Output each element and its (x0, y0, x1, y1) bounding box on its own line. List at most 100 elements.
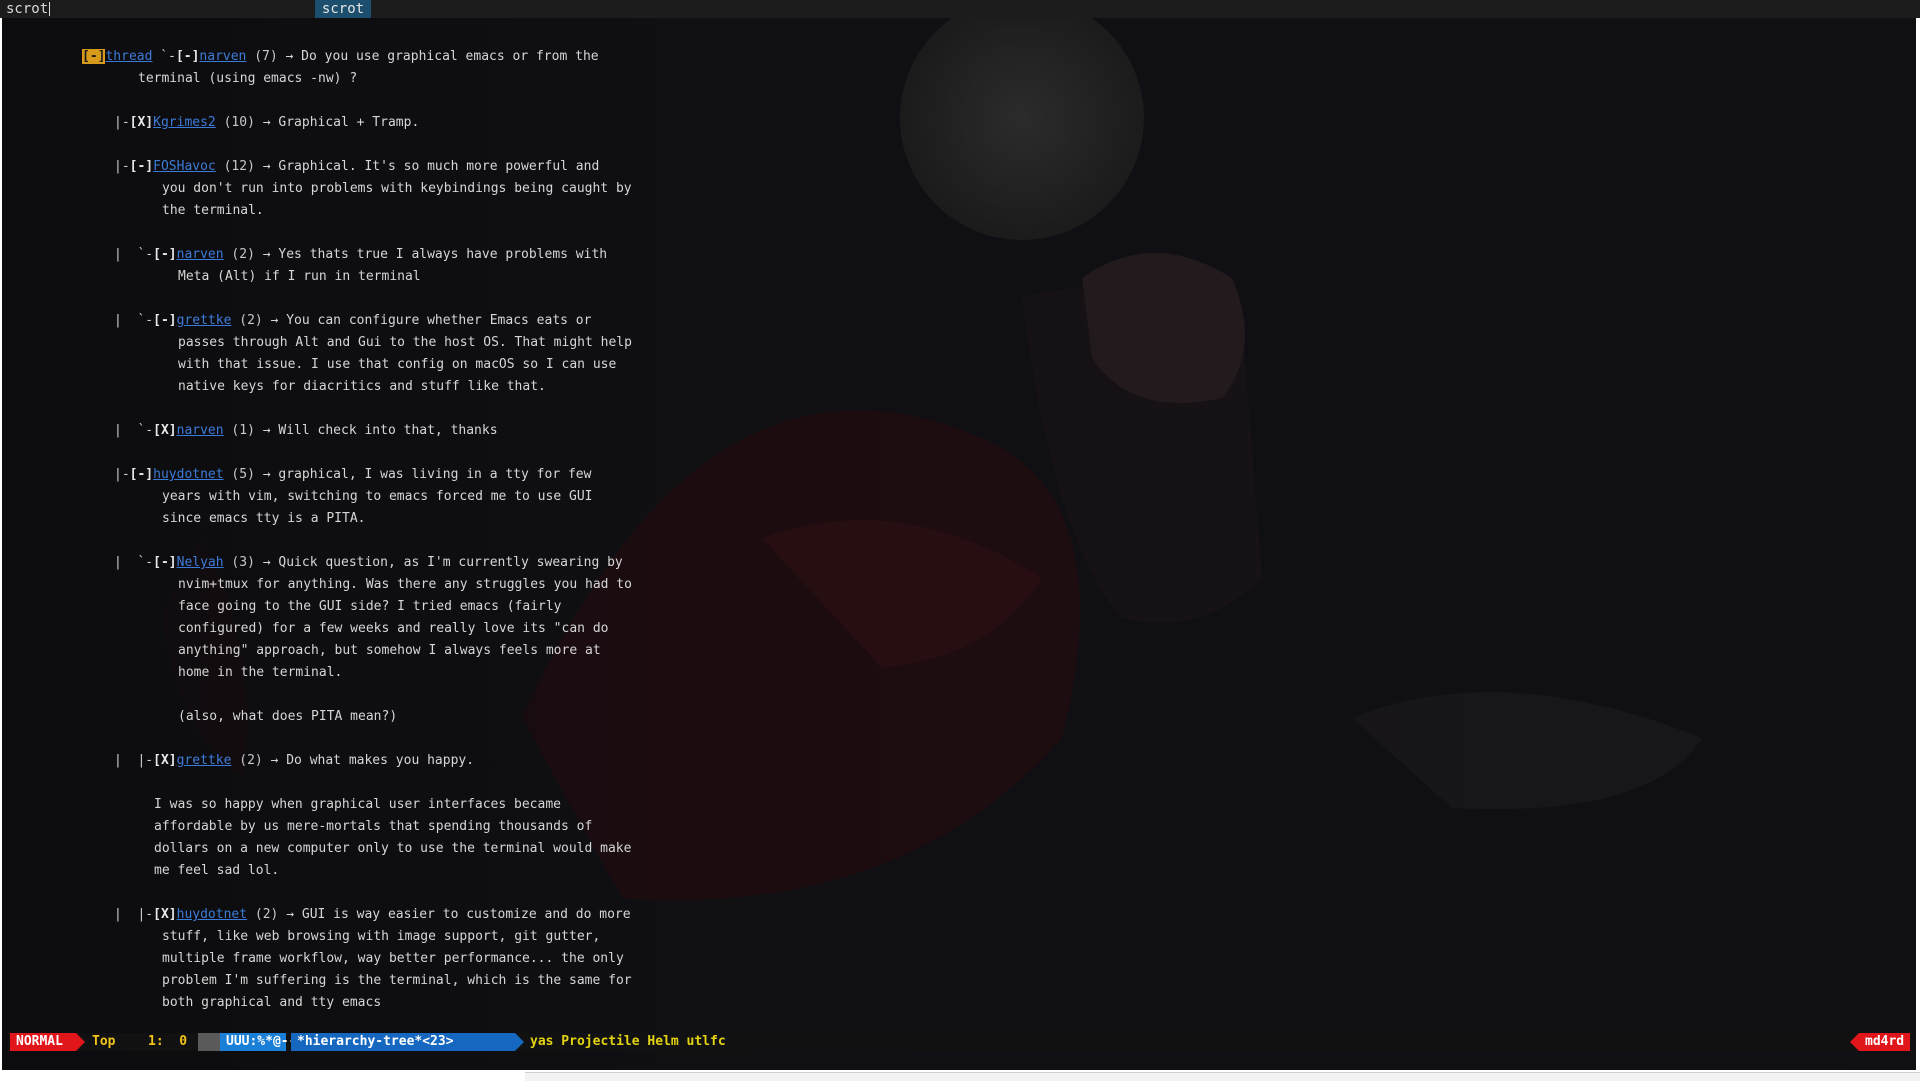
comment-text: multiple frame workflow, way better perf… (162, 951, 624, 966)
launcher-bar: scrot scrot (0, 0, 1920, 18)
emacs-frame: [-]thread `-[-]narven (7) → Do you use g… (2, 18, 1916, 1070)
comment-text: native keys for diacritics and stuff lik… (178, 379, 546, 394)
launcher-selected-item[interactable]: scrot (315, 0, 371, 18)
comment-text: home in the terminal. (178, 665, 343, 680)
tree-branch: | `- (114, 247, 154, 262)
comment-text: years with vim, switching to emacs force… (162, 489, 593, 504)
collapse-toggle[interactable]: [-] (176, 49, 199, 64)
collapse-toggle[interactable]: [X] (130, 115, 153, 130)
comment-text-line: face going to the GUI side? I tried emac… (178, 596, 562, 618)
powerline-separator (198, 1033, 220, 1051)
comment-text-line: stuff, like web browsing with image supp… (162, 926, 600, 948)
collapse-toggle[interactable]: [-] (153, 247, 176, 262)
author-link[interactable]: narven (177, 247, 224, 262)
author-link[interactable]: Kgrimes2 (153, 115, 216, 130)
comment-score: (3) (231, 555, 255, 570)
tree-branch: |- (114, 159, 130, 174)
collapse-toggle[interactable]: [X] (153, 423, 176, 438)
comment-text: since emacs tty is a PITA. (162, 511, 366, 526)
encoding-indicator: UUU:%*@--F2 (220, 1033, 312, 1051)
comment-text: affordable by us mere-mortals that spend… (154, 819, 593, 834)
comment-text: face going to the GUI side? I tried emac… (178, 599, 562, 614)
comment-header-line: | `-[X]narven (1) → Will check into that… (114, 420, 498, 442)
tree-branch: | |- (114, 907, 154, 922)
comment-text-line: I was so happy when graphical user inter… (154, 794, 561, 816)
comment-text: → Graphical. It's so much more powerful … (254, 159, 600, 174)
tree-branch: `- (160, 49, 176, 64)
comment-text: I was so happy when graphical user inter… (154, 797, 561, 812)
text-cursor (49, 2, 51, 16)
comment-text-line: home in the terminal. (178, 662, 342, 684)
tree-branch: |- (114, 467, 130, 482)
collapse-toggle[interactable]: [-] (153, 555, 176, 570)
tree-branch: | `- (114, 555, 154, 570)
comment-header-line: |-[-]huydotnet (5) → graphical, I was li… (114, 464, 591, 486)
thread-link[interactable]: thread (105, 49, 152, 64)
comment-text-line: passes through Alt and Gui to the host O… (178, 332, 632, 354)
comment-header-line: | |-[X]huydotnet (2) → GUI is way easier… (114, 904, 631, 926)
mode-line: NORMAL Top 1: 0 UUU:%*@--F2 *hierarchy-t… (8, 1033, 1910, 1051)
comment-text: → Graphical + Tramp. (254, 115, 420, 130)
comment-text: → You can configure whether Emacs eats o… (262, 313, 592, 328)
collapse-toggle[interactable]: [-] (82, 49, 106, 64)
launcher-input[interactable]: scrot (6, 0, 51, 18)
comment-text: → Quick question, as I'm currently swear… (254, 555, 623, 570)
comment-header-line: | `-[-]Nelyah (3) → Quick question, as I… (114, 552, 623, 574)
hierarchy-tree-buffer[interactable]: [-]thread `-[-]narven (7) → Do you use g… (2, 18, 1916, 1018)
comment-text-line: years with vim, switching to emacs force… (162, 486, 592, 508)
tree-branch: | `- (114, 313, 154, 328)
comment-score: (5) (231, 467, 255, 482)
author-link[interactable]: Nelyah (177, 555, 224, 570)
comment-text-line: dollars on a new computer only to use th… (154, 838, 631, 860)
comment-score: (10) (223, 115, 255, 130)
evil-state-indicator: NORMAL (10, 1033, 76, 1051)
comment-score: (7) (254, 49, 278, 64)
powerline-separator (1850, 1033, 1859, 1051)
comment-text: problem I'm suffering is the terminal, w… (162, 973, 632, 988)
author-link[interactable]: huydotnet (177, 907, 247, 922)
comment-text: → graphical, I was living in a tty for f… (254, 467, 592, 482)
collapse-toggle[interactable]: [X] (153, 753, 176, 768)
collapse-toggle[interactable]: [-] (130, 159, 153, 174)
buffer-position: Top (92, 1034, 116, 1049)
tree-branch: |- (114, 115, 130, 130)
author-link[interactable]: huydotnet (153, 467, 223, 482)
comment-text-line: native keys for diacritics and stuff lik… (178, 376, 546, 398)
comment-text-line: both graphical and tty emacs (162, 992, 381, 1014)
author-link[interactable]: grettke (177, 313, 232, 328)
host-indicator: md4rd (1859, 1033, 1910, 1051)
comment-text: anything" approach, but somehow I always… (178, 643, 601, 658)
comment-text: nvim+tmux for anything. Was there any st… (178, 577, 632, 592)
line-column: 1: 0 (148, 1034, 188, 1049)
comment-text-line: multiple frame workflow, way better perf… (162, 948, 624, 970)
author-link[interactable]: narven (199, 49, 246, 64)
comment-text: with that issue. I use that config on ma… (178, 357, 617, 372)
tree-branch: | `- (114, 423, 154, 438)
comment-text-line: me feel sad lol. (154, 860, 279, 882)
comment-score: (2) (254, 907, 279, 922)
comment-text: (also, what does PITA mean?) (178, 709, 398, 724)
collapse-toggle[interactable]: [X] (153, 907, 176, 922)
comment-text-line: with that issue. I use that config on ma… (178, 354, 616, 376)
comment-header-line: | |-[X]grettke (2) → Do what makes you h… (114, 750, 474, 772)
comment-text: → GUI is way easier to customize and do … (278, 907, 631, 922)
comment-header-line: |-[-]FOSHavoc (12) → Graphical. It's so … (114, 156, 599, 178)
collapse-toggle[interactable]: [-] (130, 467, 153, 482)
comment-text-line: nvim+tmux for anything. Was there any st… (178, 574, 632, 596)
comment-text: → Do you use graphical emacs or from the (277, 49, 599, 64)
comment-text: → Do what makes you happy. (262, 753, 475, 768)
minor-modes: yas Projectile Helm utlfc (530, 1034, 726, 1049)
comment-score: (2) (239, 313, 263, 328)
comment-text-line: Meta (Alt) if I run in terminal (178, 266, 421, 288)
author-link[interactable]: FOSHavoc (153, 159, 216, 174)
powerline-separator (515, 1033, 524, 1051)
collapse-toggle[interactable]: [-] (153, 313, 176, 328)
comment-text: me feel sad lol. (154, 863, 280, 878)
author-link[interactable]: grettke (177, 753, 232, 768)
comment-header-line: |-[X]Kgrimes2 (10) → Graphical + Tramp. (114, 112, 419, 134)
author-link[interactable]: narven (177, 423, 224, 438)
comment-score: (2) (231, 247, 255, 262)
comment-text-line: the terminal. (162, 200, 264, 222)
